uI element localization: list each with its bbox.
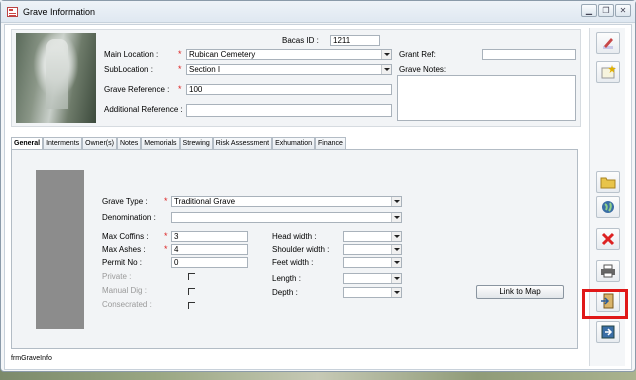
highlight-box: [582, 289, 628, 319]
grave-reference-field[interactable]: 100: [186, 84, 392, 95]
web-button[interactable]: [596, 196, 620, 218]
sublocation-combo[interactable]: Section I: [186, 64, 392, 75]
open-folder-icon: [600, 177, 616, 189]
delete-button[interactable]: [596, 228, 620, 250]
edit-button[interactable]: [596, 32, 620, 54]
grant-ref-label: Grant Ref:: [399, 50, 436, 59]
private-label: Private :: [102, 272, 132, 281]
tab-exhumation[interactable]: Exhumation: [272, 137, 316, 149]
grave-type-combo[interactable]: Traditional Grave: [171, 196, 402, 207]
chevron-down-icon[interactable]: [391, 258, 401, 267]
tab-owners[interactable]: Owner(s): [82, 137, 117, 149]
grave-header-panel: Bacas ID : 1211 Main Location : * Rubica…: [11, 29, 581, 127]
form-icon: [7, 7, 18, 17]
chevron-down-icon[interactable]: [391, 245, 401, 254]
shoulder-width-combo[interactable]: [343, 244, 402, 255]
restore-button[interactable]: ❐: [598, 4, 614, 17]
form-name-footer: frmGraveInfo: [11, 355, 52, 362]
grave-notes-label: Grave Notes:: [399, 65, 447, 74]
window-controls: ▁ ❐ ✕: [581, 4, 631, 17]
grave-type-label: Grave Type :: [102, 197, 148, 206]
new-record-button[interactable]: [596, 61, 620, 83]
depth-label: Depth :: [272, 288, 298, 297]
required-marker: *: [164, 244, 168, 254]
sublocation-value: Section I: [189, 65, 221, 74]
chevron-down-icon[interactable]: [391, 197, 401, 206]
feet-width-combo[interactable]: [343, 257, 402, 268]
tab-interments[interactable]: Interments: [43, 137, 83, 149]
additional-reference-field[interactable]: [186, 104, 392, 117]
required-marker: *: [178, 64, 182, 74]
close-form-icon: [601, 325, 615, 339]
required-marker: *: [178, 84, 182, 94]
chevron-down-icon[interactable]: [381, 65, 391, 74]
main-location-value: Rubican Cemetery: [189, 50, 256, 59]
minimize-button[interactable]: ▁: [581, 4, 597, 17]
tab-strip: General Interments Owner(s) Notes Memori…: [11, 137, 346, 150]
required-marker: *: [164, 196, 168, 206]
required-marker: *: [164, 231, 168, 241]
manual-dig-label: Manual Dig :: [102, 286, 147, 295]
chevron-down-icon[interactable]: [391, 288, 401, 297]
chevron-down-icon[interactable]: [391, 274, 401, 283]
denomination-label: Denomination :: [102, 213, 156, 222]
sublocation-label: SubLocation :: [104, 65, 153, 74]
print-button[interactable]: [596, 260, 620, 282]
chevron-down-icon[interactable]: [391, 213, 401, 222]
grave-photo[interactable]: [16, 33, 96, 123]
link-to-map-button[interactable]: Link to Map: [476, 285, 564, 299]
manual-dig-checkbox[interactable]: [188, 288, 195, 295]
globe-icon: [602, 201, 614, 213]
head-width-combo[interactable]: [343, 231, 402, 242]
permit-no-field[interactable]: 0: [171, 257, 248, 268]
tab-strewing[interactable]: Strewing: [179, 137, 213, 149]
length-label: Length :: [272, 274, 301, 283]
bacas-id-label: Bacas ID :: [282, 36, 319, 45]
main-location-combo[interactable]: Rubican Cemetery: [186, 49, 392, 60]
tab-memorials[interactable]: Memorials: [141, 137, 180, 149]
grave-image-placeholder: [36, 170, 84, 329]
shoulder-width-label: Shoulder width :: [272, 245, 330, 254]
permit-no-label: Permit No :: [102, 258, 143, 267]
chevron-down-icon[interactable]: [391, 232, 401, 241]
tab-finance[interactable]: Finance: [315, 137, 346, 149]
tab-risk-assessment[interactable]: Risk Assessment: [212, 137, 273, 149]
print-icon: [601, 264, 615, 278]
max-ashes-field[interactable]: 4: [171, 244, 248, 255]
form-body: Bacas ID : 1211 Main Location : * Rubica…: [4, 24, 632, 370]
window-title: Grave Information: [23, 7, 96, 17]
consecrated-checkbox[interactable]: [188, 302, 195, 309]
denomination-combo[interactable]: [171, 212, 402, 223]
required-marker: *: [178, 49, 182, 59]
chevron-down-icon[interactable]: [381, 50, 391, 59]
grave-information-window: Grave Information ▁ ❐ ✕ Bacas ID : 1211 …: [0, 0, 636, 372]
max-ashes-label: Max Ashes :: [102, 245, 146, 254]
consecrated-label: Consecrated :: [102, 300, 152, 309]
close-window-button[interactable]: ✕: [615, 4, 631, 17]
bacas-id-field[interactable]: 1211: [330, 35, 380, 46]
title-bar: Grave Information ▁ ❐ ✕: [1, 1, 635, 23]
open-button[interactable]: [596, 171, 620, 193]
feet-width-label: Feet width :: [272, 258, 314, 267]
new-record-icon: [601, 65, 616, 79]
grant-ref-field[interactable]: [482, 49, 576, 60]
tab-notes[interactable]: Notes: [116, 137, 142, 149]
depth-combo[interactable]: [343, 287, 402, 298]
edit-icon: [603, 38, 613, 49]
close-form-button[interactable]: [596, 321, 620, 343]
max-coffins-field[interactable]: 3: [171, 231, 248, 242]
delete-icon: [601, 232, 615, 246]
grave-reference-label: Grave Reference :: [104, 85, 170, 94]
general-tab-panel: Grave Type : * Traditional Grave Denomin…: [11, 149, 578, 349]
main-location-label: Main Location :: [104, 50, 159, 59]
additional-reference-label: Additional Reference :: [104, 105, 183, 114]
private-checkbox[interactable]: [188, 273, 195, 280]
head-width-label: Head width :: [272, 232, 317, 241]
grave-notes-box[interactable]: [397, 75, 576, 121]
max-coffins-label: Max Coffins :: [102, 232, 149, 241]
grave-type-value: Traditional Grave: [174, 197, 236, 206]
length-combo[interactable]: [343, 273, 402, 284]
